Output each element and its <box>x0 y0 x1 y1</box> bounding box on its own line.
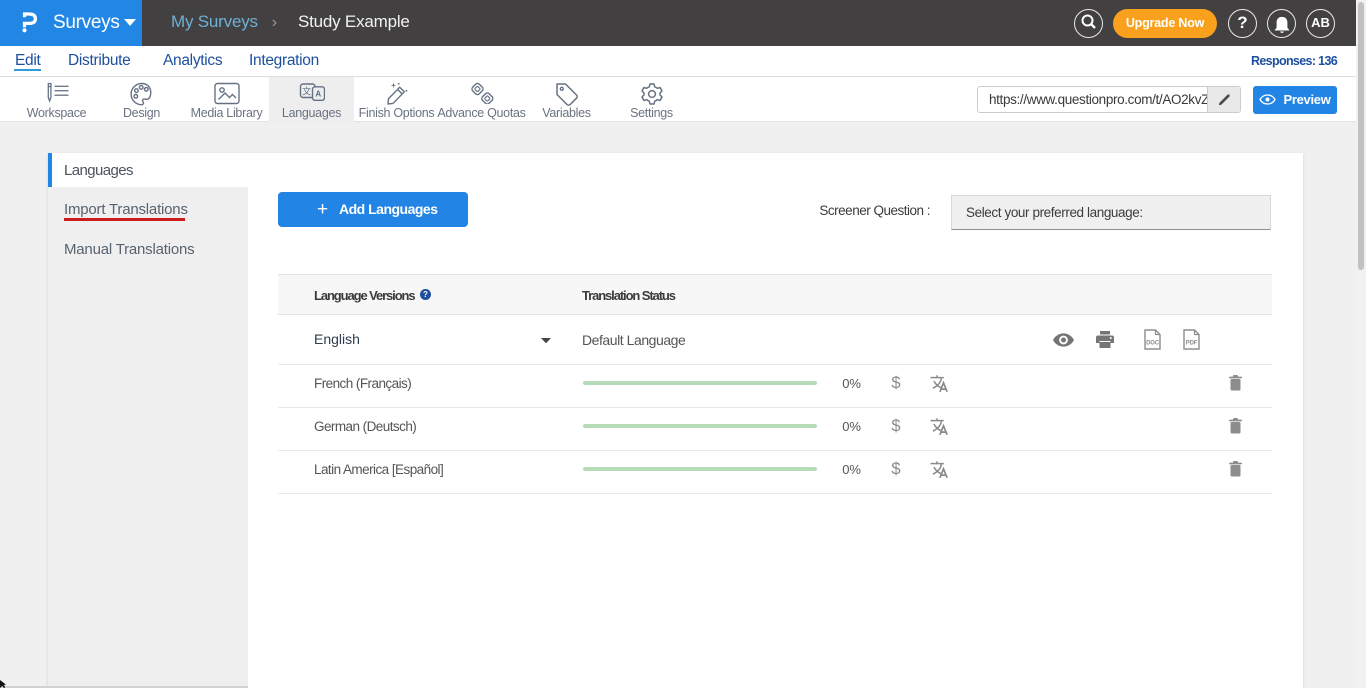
svg-text:?: ? <box>423 290 428 299</box>
svg-text:PDF: PDF <box>1186 341 1198 347</box>
svg-text:DOC: DOC <box>1146 341 1160 347</box>
